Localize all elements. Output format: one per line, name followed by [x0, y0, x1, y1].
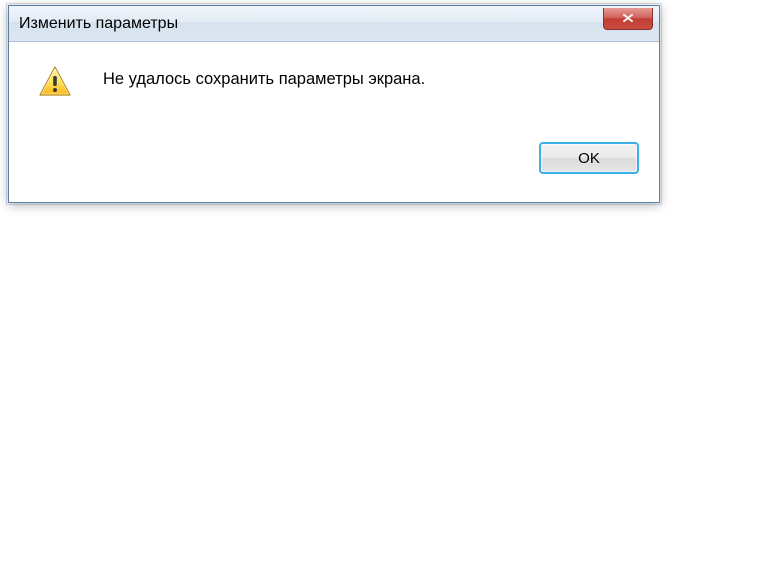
dialog-buttons: OK	[9, 142, 659, 192]
dialog-title: Изменить параметры	[19, 15, 178, 33]
ok-button[interactable]: OK	[539, 142, 639, 174]
close-icon	[621, 11, 635, 27]
warning-icon	[37, 64, 73, 100]
titlebar[interactable]: Изменить параметры	[9, 6, 659, 42]
dialog-window: Изменить параметры	[8, 5, 660, 203]
dialog-content: Не удалось сохранить параметры экрана.	[9, 42, 659, 142]
close-button[interactable]	[603, 8, 653, 30]
dialog-message: Не удалось сохранить параметры экрана.	[103, 68, 425, 89]
